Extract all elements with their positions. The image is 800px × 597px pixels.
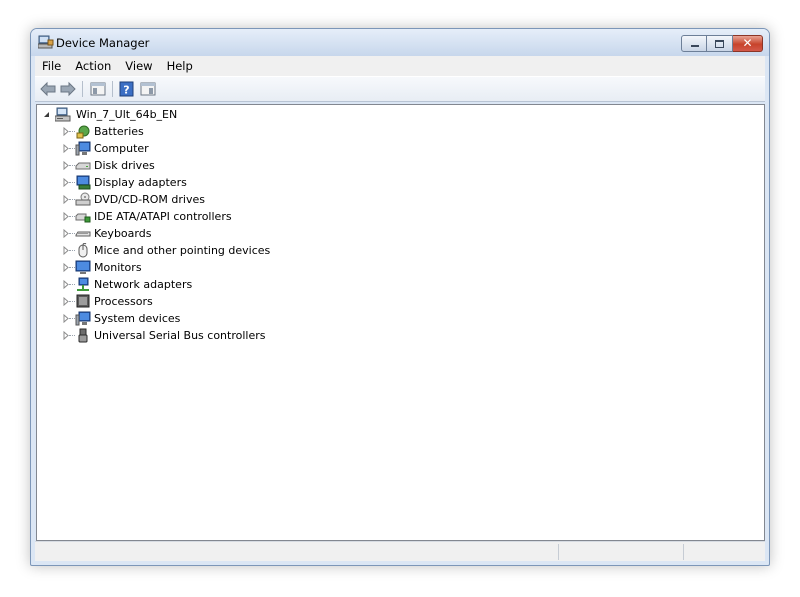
- status-pane-middle: [558, 544, 683, 560]
- minimize-icon: [691, 45, 699, 47]
- close-icon: ✕: [742, 36, 753, 50]
- close-button[interactable]: ✕: [733, 35, 763, 52]
- title-bar[interactable]: Device Manager ✕: [31, 29, 769, 56]
- help-icon[interactable]: ?: [118, 81, 136, 97]
- caption-buttons: ✕: [681, 35, 763, 52]
- device-manager-window: Device Manager ✕ File Action View Help ?…: [30, 28, 770, 566]
- menu-file[interactable]: File: [35, 56, 68, 76]
- tree-item-system-devices[interactable]: System devices: [37, 310, 337, 327]
- display-adapter-icon: [76, 175, 91, 190]
- collapse-arrow-icon[interactable]: [43, 106, 51, 123]
- device-manager-icon: [38, 35, 54, 49]
- menu-bar: File Action View Help: [35, 56, 765, 76]
- keyboard-icon: [75, 231, 91, 237]
- mouse-icon: [78, 243, 88, 258]
- toolbar: ?: [35, 76, 765, 102]
- tree-item-usb-controllers[interactable]: Universal Serial Bus controllers: [37, 327, 337, 344]
- tree-item-mice[interactable]: Mice and other pointing devices: [37, 242, 337, 259]
- maximize-button[interactable]: [707, 35, 733, 52]
- tree-item-label: Display adapters: [94, 176, 187, 189]
- tree-item-label: DVD/CD-ROM drives: [94, 193, 205, 206]
- tree-item-label: Disk drives: [94, 159, 155, 172]
- computer-icon: [75, 141, 91, 156]
- tree-item-network-adapters[interactable]: Network adapters: [37, 276, 337, 293]
- status-pane-main: [37, 544, 557, 560]
- tree-item-computer[interactable]: Computer: [37, 140, 337, 157]
- tree-item-label: IDE ATA/ATAPI controllers: [94, 210, 232, 223]
- tree-item-label: Mice and other pointing devices: [94, 244, 271, 257]
- tree-item-batteries[interactable]: Batteries: [37, 123, 337, 140]
- console-tree-icon[interactable]: [89, 81, 107, 97]
- tree-item-disk-drives[interactable]: Disk drives: [37, 157, 337, 174]
- device-tree[interactable]: Win_7_Ult_64b_EN Batteries Computer Disk…: [36, 104, 765, 541]
- action-pane-icon[interactable]: [139, 81, 157, 97]
- tree-item-monitors[interactable]: Monitors: [37, 259, 337, 276]
- window-title: Device Manager: [56, 36, 150, 50]
- tree-item-label: Keyboards: [94, 227, 152, 240]
- tree-item-label: Monitors: [94, 261, 142, 274]
- tree-item-label: Computer: [94, 142, 149, 155]
- svg-text:?: ?: [123, 84, 129, 97]
- minimize-button[interactable]: [681, 35, 707, 52]
- back-arrow-icon[interactable]: [39, 81, 57, 97]
- dvd-drive-icon: [75, 192, 91, 206]
- toolbar-separator: [112, 81, 113, 97]
- computer-root-icon: [55, 107, 71, 122]
- menu-help[interactable]: Help: [160, 56, 200, 76]
- toolbar-separator: [82, 81, 83, 97]
- tree-item-ide-ata-atapi-controllers[interactable]: IDE ATA/ATAPI controllers: [37, 208, 337, 225]
- tree-item-label: Batteries: [94, 125, 144, 138]
- tree-item-dvd-cd-rom-drives[interactable]: DVD/CD-ROM drives: [37, 191, 337, 208]
- battery-icon: [76, 125, 90, 139]
- tree-item-label: Processors: [94, 295, 153, 308]
- tree-item-label: Universal Serial Bus controllers: [94, 329, 266, 342]
- maximize-icon: [715, 40, 724, 48]
- usb-controller-icon: [78, 328, 88, 343]
- processor-icon: [76, 294, 90, 308]
- status-bar: [35, 541, 765, 561]
- tree-root[interactable]: Win_7_Ult_64b_EN: [37, 106, 337, 123]
- tree-item-processors[interactable]: Processors: [37, 293, 337, 310]
- menu-action[interactable]: Action: [68, 56, 118, 76]
- menu-view[interactable]: View: [118, 56, 159, 76]
- system-devices-icon: [75, 311, 91, 326]
- tree-item-label: Network adapters: [94, 278, 193, 291]
- ide-controller-icon: [75, 213, 91, 223]
- network-adapter-icon: [77, 277, 89, 291]
- tree-item-display-adapters[interactable]: Display adapters: [37, 174, 337, 191]
- root-label: Win_7_Ult_64b_EN: [76, 108, 178, 121]
- disk-drive-icon: [75, 162, 91, 170]
- forward-arrow-icon[interactable]: [59, 81, 77, 97]
- status-pane-right: [683, 544, 764, 560]
- tree-item-keyboards[interactable]: Keyboards: [37, 225, 337, 242]
- tree-item-label: System devices: [94, 312, 181, 325]
- monitor-icon: [75, 260, 91, 274]
